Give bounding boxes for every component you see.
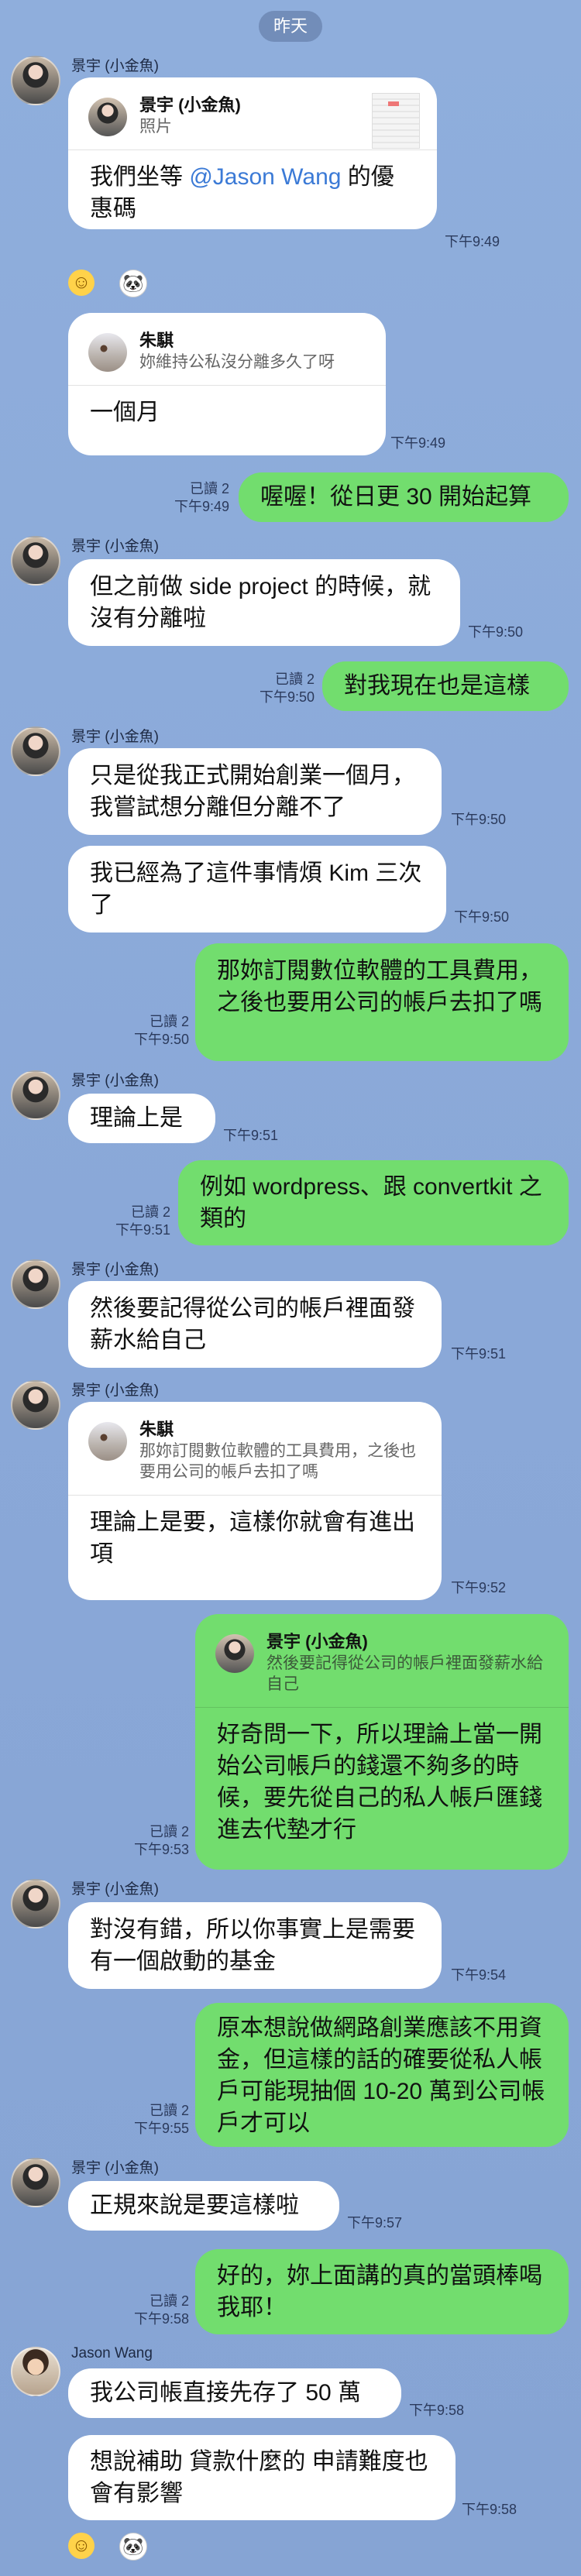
message-bubble[interactable]: 我公司帳直接先存了 50 萬 [68, 2368, 401, 2418]
timestamp: 下午9:49 [445, 234, 500, 249]
message-bubble[interactable]: 朱騏 那妳訂閱數位軟體的工具費用，之後也要用公司的帳戶去扣了嗎 理論上是要，這樣… [68, 1402, 442, 1600]
message-bubble[interactable]: 我已經為了這件事情煩 Kim 三次了 [68, 846, 446, 933]
avatar[interactable] [11, 2158, 60, 2207]
message-bubble[interactable]: 只是從我正式開始創業一個月，我嘗試想分離但分離不了 [68, 748, 442, 835]
message-bubble[interactable]: 那妳訂閱數位軟體的工具費用，之後也要用公司的帳戶去扣了嗎 [195, 943, 569, 1061]
message-text: 例如 wordpress、跟 convertkit 之類的 [200, 1174, 542, 1231]
quote-text: 那妳訂閱數位軟體的工具費用，之後也要用公司的帳戶去扣了嗎 [139, 1442, 416, 1481]
mention-link[interactable]: @Jason Wang [189, 164, 341, 190]
timestamp: 下午9:58 [462, 2502, 517, 2517]
sender-name: Jason Wang [71, 2345, 153, 2361]
quote-avatar [88, 98, 127, 136]
quote-text: 然後要記得從公司的帳戶裡面發薪水給自己 [266, 1654, 543, 1693]
message-bubble[interactable]: 景宇 (小金魚) 照片 我們坐等 @Jason Wang 的優惠碼 [68, 77, 437, 229]
timestamp: 下午9:49 [390, 435, 446, 451]
message-bubble[interactable]: 原本想說做網路創業應該不用資金，但這樣的話的確要從私人帳戶可能現抽個 10-20… [195, 2003, 569, 2147]
avatar[interactable] [11, 536, 60, 586]
avatar[interactable] [11, 2347, 60, 2396]
message-text: 理論上是要，這樣你就會有進出項 [90, 1510, 415, 1567]
message-text: 我們坐等 @Jason Wang 的優惠碼 [90, 164, 394, 222]
avatar[interactable] [11, 726, 60, 776]
message-bubble[interactable]: 對我現在也是這樣 [322, 661, 569, 711]
message-bubble[interactable]: 好的，妳上面講的真的當頭棒喝我耶！ [195, 2249, 569, 2334]
sender-name: 景宇 (小金魚) [71, 1073, 159, 1089]
avatar[interactable] [11, 1259, 60, 1309]
avatar[interactable] [11, 1879, 60, 1929]
message-text: 正規來說是要這樣啦 [90, 2193, 299, 2218]
avatar[interactable] [11, 1380, 60, 1430]
quote-avatar [215, 1634, 254, 1673]
message-bubble[interactable]: 然後要記得從公司的帳戶裡面發薪水給自己 [68, 1281, 442, 1368]
message-text: 理論上是 [90, 1105, 183, 1131]
message-text: 那妳訂閱數位軟體的工具費用，之後也要用公司的帳戶去扣了嗎 [217, 958, 542, 1015]
message-text: 想說補助 貸款什麼的 申請難度也會有影響 [90, 2449, 428, 2506]
date-separator: 昨天 [259, 11, 322, 42]
message-bubble[interactable]: 對沒有錯，所以你事實上是需要有一個啟動的基金 [68, 1902, 442, 1989]
timestamp: 下午9:57 [347, 2215, 403, 2231]
panda-sticker-icon[interactable]: 🐼 [119, 2533, 147, 2561]
message-bubble[interactable]: 正規來說是要這樣啦 [68, 2181, 339, 2231]
sender-name: 景宇 (小金魚) [71, 58, 159, 74]
smile-emoji-icon[interactable]: ☺ [68, 270, 95, 296]
message-text: 好的，妳上面講的真的當頭棒喝我耶！ [217, 2263, 542, 2320]
message-text: 但之前做 side project 的時候，就沒有分離啦 [90, 574, 431, 631]
quote-sender: 朱騏 [139, 331, 174, 350]
message-bubble[interactable]: 但之前做 side project 的時候，就沒有分離啦 [68, 559, 460, 646]
timestamp: 下午9:50 [454, 909, 510, 925]
message-bubble[interactable]: 想說補助 貸款什麼的 申請難度也會有影響 [68, 2435, 456, 2520]
message-bubble[interactable]: 理論上是 [68, 1094, 215, 1143]
message-bubble[interactable]: 喔喔！從日更 30 開始起算 [239, 472, 569, 522]
chat-window: 昨天 景宇 (小金魚) 景宇 (小金魚) 照片 我們坐等 @Jason Wang… [0, 0, 581, 2576]
sender-name: 景宇 (小金魚) [71, 729, 159, 745]
message-text: 對我現在也是這樣 [344, 673, 530, 699]
timestamp: 下午9:50 [468, 624, 524, 640]
sender-name: 景宇 (小金魚) [71, 1262, 159, 1278]
photo-thumbnail [372, 93, 420, 149]
message-text: 然後要記得從公司的帳戶裡面發薪水給自己 [90, 1296, 415, 1353]
message-text: 一個月 [90, 400, 160, 425]
message-bubble[interactable]: 景宇 (小金魚) 然後要記得從公司的帳戶裡面發薪水給自己 好奇問一下，所以理論上… [195, 1614, 569, 1870]
quoted-message[interactable]: 朱騏 妳維持公私沒分離多久了呀 [68, 313, 386, 386]
timestamp: 下午9:50 [451, 812, 507, 827]
read-receipt: 已讀 2 下午9:49 [174, 481, 229, 514]
read-receipt: 已讀 2 下午9:50 [133, 1014, 189, 1047]
message-text: 只是從我正式開始創業一個月，我嘗試想分離但分離不了 [90, 763, 415, 820]
avatar[interactable] [11, 1070, 60, 1120]
quoted-message[interactable]: 景宇 (小金魚) 照片 [68, 77, 437, 150]
read-receipt: 已讀 2 下午9:58 [133, 2293, 189, 2327]
read-receipt: 已讀 2 下午9:50 [259, 671, 315, 705]
timestamp: 下午9:58 [409, 2403, 465, 2418]
message-text: 我已經為了這件事情煩 Kim 三次了 [90, 860, 422, 918]
read-receipt: 已讀 2 下午9:53 [133, 1824, 189, 1857]
quote-sender: 景宇 (小金魚) [266, 1632, 368, 1651]
message-text: 對沒有錯，所以你事實上是需要有一個啟動的基金 [90, 1917, 415, 1974]
quote-avatar [88, 1422, 127, 1461]
smile-emoji-icon[interactable]: ☺ [68, 2533, 95, 2559]
message-text: 好奇問一下，所以理論上當一開始公司帳戶的錢還不夠多的時候，要先從自己的私人帳戶匯… [217, 1722, 542, 1843]
message-bubble[interactable]: 朱騏 妳維持公私沒分離多久了呀 一個月 [68, 313, 386, 455]
timestamp: 下午9:52 [451, 1580, 507, 1595]
message-bubble[interactable]: 例如 wordpress、跟 convertkit 之類的 [178, 1160, 569, 1245]
message-text: 喔喔！從日更 30 開始起算 [260, 484, 532, 510]
read-receipt: 已讀 2 下午9:55 [133, 2103, 189, 2136]
message-text: 我公司帳直接先存了 50 萬 [90, 2380, 362, 2406]
read-receipt: 已讀 2 下午9:51 [115, 1204, 170, 1238]
quoted-message[interactable]: 朱騏 那妳訂閱數位軟體的工具費用，之後也要用公司的帳戶去扣了嗎 [68, 1402, 442, 1496]
quote-text: 妳維持公私沒分離多久了呀 [139, 353, 335, 371]
sender-name: 景宇 (小金魚) [71, 1382, 159, 1399]
timestamp: 下午9:54 [451, 1967, 507, 1983]
timestamp: 下午9:51 [223, 1128, 279, 1143]
panda-sticker-icon[interactable]: 🐼 [119, 270, 147, 297]
sender-name: 景宇 (小金魚) [71, 2160, 159, 2176]
timestamp: 下午9:51 [451, 1346, 507, 1362]
quote-avatar [88, 333, 127, 372]
avatar[interactable] [11, 56, 60, 105]
quote-sender: 朱騏 [139, 1420, 174, 1439]
quoted-message[interactable]: 景宇 (小金魚) 然後要記得從公司的帳戶裡面發薪水給自己 [195, 1614, 569, 1708]
message-text: 原本想說做網路創業應該不用資金，但這樣的話的確要從私人帳戶可能現抽個 10-20… [217, 2015, 545, 2136]
sender-name: 景宇 (小金魚) [71, 538, 159, 555]
sender-name: 景宇 (小金魚) [71, 1881, 159, 1898]
